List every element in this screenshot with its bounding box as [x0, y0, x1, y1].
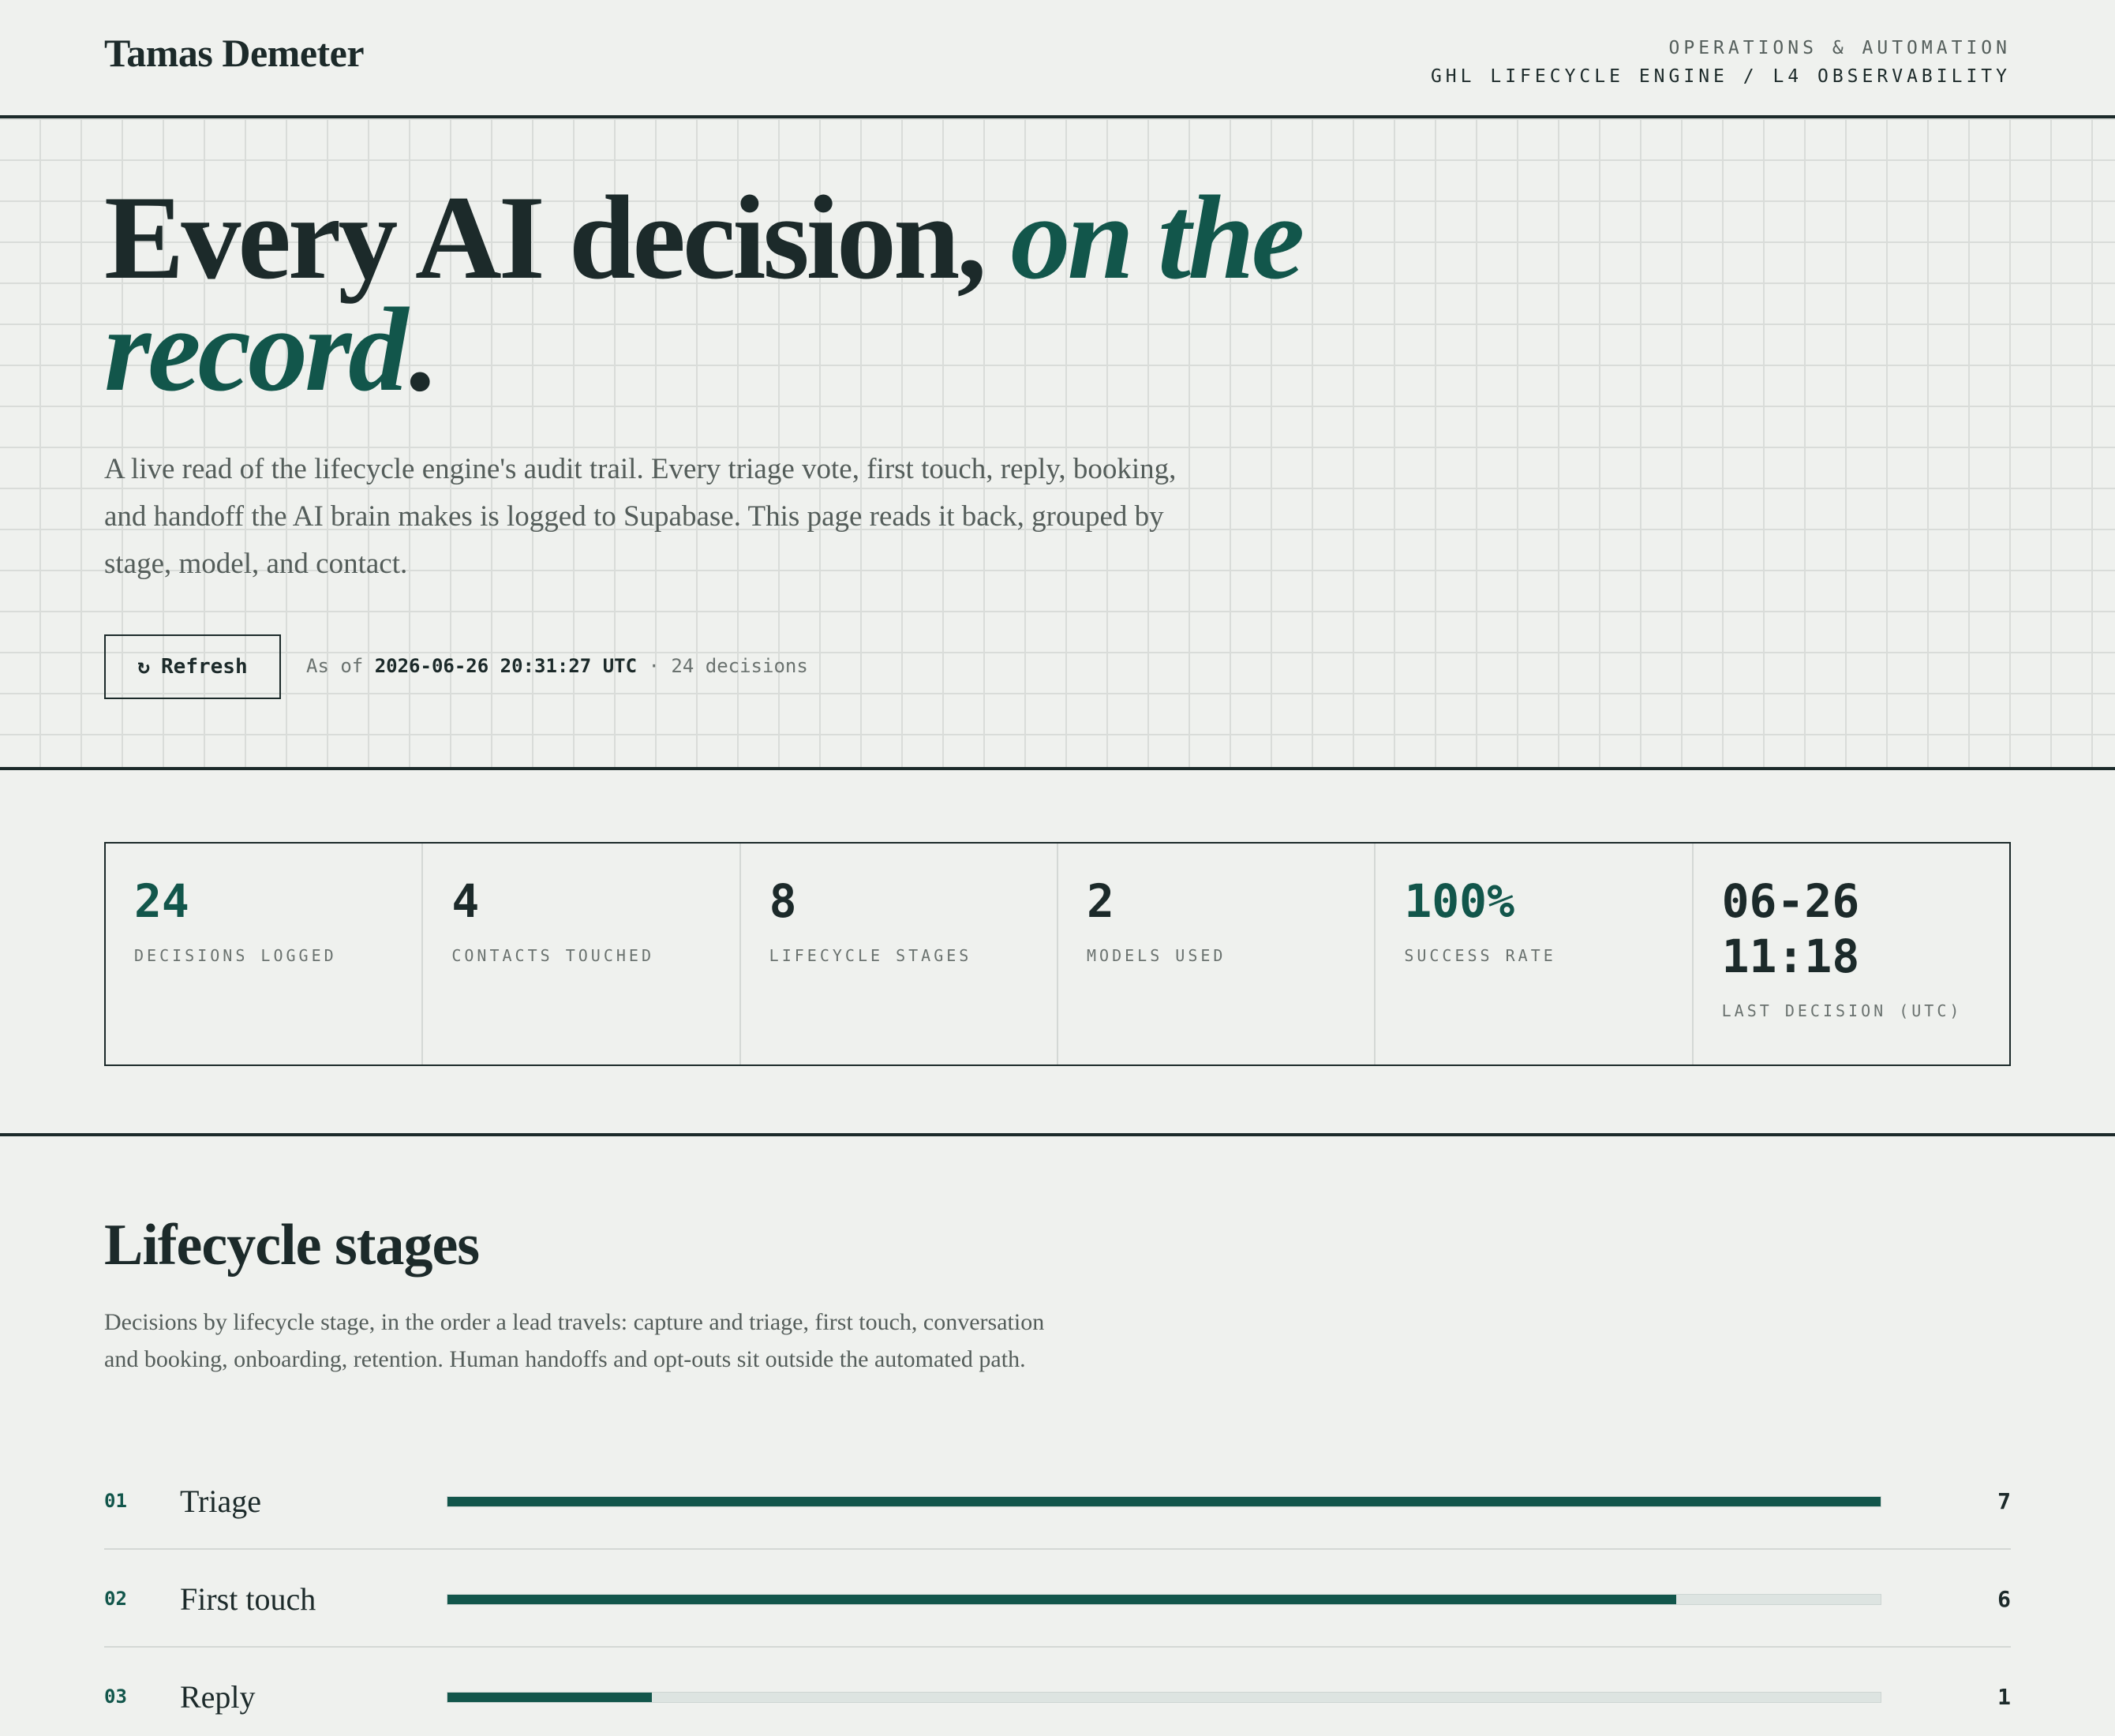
section-title: Lifecycle stages	[104, 1213, 480, 1278]
stat-contacts-touched: 4 CONTACTS TOUCHED	[423, 844, 741, 1064]
stat-value: 4	[451, 874, 480, 928]
section-description: Decisions by lifecycle stage, in the ord…	[104, 1309, 1045, 1372]
stage-number: 01	[104, 1490, 127, 1512]
stage-bar-fill	[447, 1693, 653, 1702]
stage-row-reply[interactable]: 03 Reply 1	[104, 1648, 2011, 1736]
stage-bar-fill	[447, 1497, 1881, 1506]
stat-label: MODELS USED	[1086, 946, 1226, 965]
header-labels: OPERATIONS & AUTOMATION GHL LIFECYCLE EN…	[1431, 38, 2011, 87]
stat-label: LIFECYCLE STAGES	[769, 946, 972, 965]
stat-models-used: 2 MODELS USED	[1058, 844, 1376, 1064]
header-kicker: OPERATIONS & AUTOMATION	[1668, 38, 2011, 58]
stage-name: Reply	[180, 1678, 256, 1715]
stat-decisions-logged: 24 DECISIONS LOGGED	[106, 844, 424, 1064]
as-of-status: As of 2026-06-26 20:31:27 UTC · 24 decis…	[306, 655, 808, 677]
stat-value: 2	[1086, 874, 1114, 928]
stage-name: First touch	[180, 1581, 316, 1617]
stat-value-time: 11:18	[1721, 930, 1860, 983]
stat-value: 24	[134, 874, 189, 928]
lifecycle-section: Lifecycle stages Decisions by lifecycle …	[0, 1136, 2115, 1736]
stage-row-triage[interactable]: 01 Triage 7	[104, 1452, 2011, 1550]
stat-label: CONTACTS TOUCHED	[451, 946, 654, 965]
stat-label: DECISIONS LOGGED	[134, 946, 337, 965]
refresh-button[interactable]: ↻ Refresh	[104, 634, 281, 699]
stat-value: 8	[769, 874, 797, 928]
headline-end: .	[405, 283, 435, 416]
brand-name[interactable]: Tamas Demeter	[104, 30, 365, 76]
stat-last-decision: 06-26 11:18 LAST DECISION (UTC)	[1694, 844, 2009, 1064]
as-of-prefix: As of	[306, 655, 364, 677]
stat-label: SUCCESS RATE	[1404, 946, 1556, 965]
stats-section: 24 DECISIONS LOGGED 4 CONTACTS TOUCHED 8…	[0, 770, 2115, 1136]
header-subtitle: GHL LIFECYCLE ENGINE / L4 OBSERVABILITY	[1430, 66, 2011, 87]
stat-label: LAST DECISION (UTC)	[1721, 1001, 1963, 1020]
stat-success-rate: 100% SUCCESS RATE	[1376, 844, 1694, 1064]
stat-value: 100%	[1404, 874, 1514, 928]
site-header: Tamas Demeter OPERATIONS & AUTOMATION GH…	[0, 0, 2115, 118]
stage-bar-track	[447, 1594, 1881, 1605]
stage-bar-fill	[447, 1595, 1676, 1604]
refresh-label: Refresh	[161, 655, 248, 679]
stage-count: 1	[1997, 1683, 2011, 1710]
as-of-separator: ·	[648, 655, 660, 677]
stage-count: 6	[1997, 1585, 2011, 1612]
stage-bar-track	[447, 1496, 1881, 1507]
stats-grid: 24 DECISIONS LOGGED 4 CONTACTS TOUCHED 8…	[104, 842, 2011, 1066]
hero-section: Every AI decision, on the record. A live…	[0, 118, 2115, 770]
stage-bar-track	[447, 1692, 1881, 1703]
refresh-icon: ↻	[137, 655, 151, 679]
as-of-timestamp: 2026-06-26 20:31:27 UTC	[374, 655, 638, 677]
stage-number: 02	[104, 1588, 127, 1610]
stat-lifecycle-stages: 8 LIFECYCLE STAGES	[741, 844, 1058, 1064]
stage-number: 03	[104, 1685, 127, 1708]
stat-value-date: 06-26	[1721, 874, 1860, 928]
stage-list: 01 Triage 7 02 First touch 6 03 Reply 1	[104, 1452, 2011, 1736]
stat-value: 06-26 11:18	[1722, 874, 1981, 984]
decision-count: 24 decisions	[671, 655, 808, 677]
page-title: Every AI decision, on the record.	[104, 178, 1446, 410]
hero-description: A live read of the lifecycle engine's au…	[104, 453, 1177, 580]
stage-count: 7	[1997, 1487, 2011, 1514]
stage-row-first-touch[interactable]: 02 First touch 6	[104, 1550, 2011, 1648]
stage-name: Triage	[180, 1483, 261, 1519]
